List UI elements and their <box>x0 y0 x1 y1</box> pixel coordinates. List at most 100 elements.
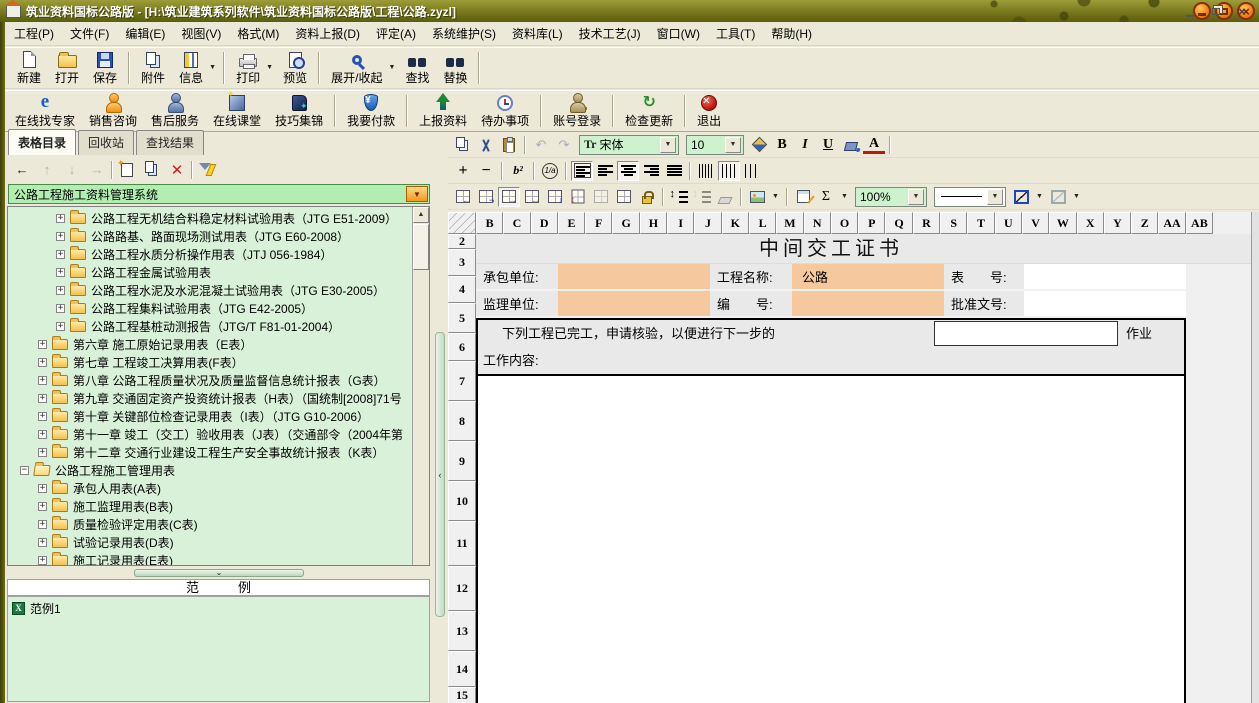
toolbar-button[interactable]: 上报资料 <box>412 92 474 130</box>
system-selector-dropdown-icon[interactable] <box>406 186 428 202</box>
tree-toolbar-button[interactable] <box>111 161 113 179</box>
insert-image-dropdown-icon[interactable] <box>769 188 782 206</box>
dropdown-arrow-icon[interactable] <box>266 58 273 72</box>
toolbar-button[interactable]: 打开 <box>48 49 86 87</box>
tree-item[interactable]: + 公路工程水泥及水泥混凝土试验用表（JTG E30-2005） <box>8 281 412 299</box>
row-header[interactable]: 10 <box>448 481 476 521</box>
row-header[interactable]: 8 <box>448 401 476 441</box>
cut-button[interactable] <box>475 135 497 155</box>
paste-button[interactable] <box>498 135 520 155</box>
vertical-text-dense-button[interactable] <box>695 161 717 181</box>
tree-item[interactable]: + 公路工程金属试验用表 <box>8 263 412 281</box>
tree-toolbar-button[interactable] <box>141 159 163 180</box>
column-header[interactable]: D <box>531 212 558 234</box>
diagonal-border-button[interactable] <box>1010 187 1032 207</box>
column-header[interactable]: X <box>1077 212 1104 234</box>
toolbar-button[interactable]: e 在线找专家 <box>8 92 82 130</box>
zoom-out-button[interactable]: − <box>475 161 497 181</box>
column-header[interactable]: W <box>1049 212 1076 234</box>
row-header[interactable]: 12 <box>448 566 476 611</box>
tree-item[interactable]: + 第六章 施工原始记录用表（E表） <box>8 335 412 353</box>
horizontal-splitter[interactable]: ⌄ <box>5 568 433 577</box>
format-eraser-button[interactable] <box>714 187 736 207</box>
approval-no-field[interactable] <box>1024 291 1186 318</box>
row-header[interactable]: 5 <box>448 303 476 333</box>
bold-button[interactable]: B <box>771 135 793 155</box>
insert-column-left-button[interactable] <box>452 187 474 207</box>
tree-toolbar-button[interactable] <box>116 159 138 180</box>
tree-item[interactable]: + 第七章 工程竣工决算用表(F表） <box>8 353 412 371</box>
dropdown-arrow-icon[interactable] <box>389 58 396 72</box>
font-color-button[interactable]: A <box>863 135 885 154</box>
menu-item[interactable]: 资料库(L) <box>504 22 571 45</box>
column-header[interactable]: AA <box>1158 212 1185 234</box>
column-header[interactable]: V <box>1022 212 1049 234</box>
column-header[interactable]: G <box>612 212 639 234</box>
menu-item[interactable]: 编辑(E) <box>117 22 173 45</box>
row-header[interactable]: 3 <box>448 249 476 276</box>
toolbar-button[interactable] <box>612 95 614 127</box>
scroll-up-icon[interactable]: ▲ <box>413 207 429 223</box>
supervisor-field[interactable] <box>558 291 710 318</box>
toolbar-button[interactable]: ✕ 退出 <box>690 92 728 130</box>
menu-item[interactable]: 工具(T) <box>708 22 763 45</box>
tree-item[interactable]: + 公路工程无机结合料稳定材料试验用表（JTG E51-2009） <box>8 209 412 227</box>
mdi-restore-button[interactable] <box>1207 4 1225 19</box>
tree-expander-icon[interactable]: + <box>56 232 65 241</box>
tree-item[interactable]: − 公路工程施工管理用表 <box>8 461 412 479</box>
row-header[interactable]: 6 <box>448 333 476 361</box>
tree-expander-icon[interactable]: + <box>56 304 65 313</box>
column-header[interactable]: L <box>749 212 776 234</box>
tree-item[interactable]: + 施工监理用表(B表) <box>8 497 412 515</box>
tree-item[interactable]: + 公路工程基桩动测报告（JTG/T F81-01-2004） <box>8 317 412 335</box>
fill-color-button[interactable] <box>840 135 862 155</box>
project-name-field[interactable]: 公路 <box>792 264 944 291</box>
form-title[interactable]: 中间交工证书 <box>476 234 1186 264</box>
splitter-collapse-handle[interactable]: ⌄ <box>134 569 304 577</box>
sheet-vertical-scrollbar[interactable] <box>1251 212 1259 703</box>
tree-expander-icon[interactable]: − <box>20 466 29 475</box>
menu-item[interactable]: 系统维护(S) <box>424 22 504 45</box>
menu-item[interactable]: 资料上报(D) <box>287 22 368 45</box>
toolbar-button[interactable]: 待办事项 <box>474 92 536 130</box>
menu-item[interactable]: 技术工艺(J) <box>571 22 649 45</box>
row-header[interactable]: 11 <box>448 521 476 566</box>
tree-item[interactable]: + 第九章 交通固定资产投资统计报表（H表）（国统制[2008]71号 <box>8 389 412 407</box>
tree-item[interactable]: + 公路工程水质分析操作用表（JTJ 056-1984） <box>8 245 412 263</box>
lock-cell-button[interactable] <box>636 187 658 207</box>
column-header[interactable]: H <box>640 212 667 234</box>
tree-item[interactable]: + 第八章 公路工程质量状况及质量监督信息统计报表（G表） <box>8 371 412 389</box>
chevron-down-icon[interactable] <box>987 189 1003 205</box>
diagonal-border-dropdown-icon[interactable] <box>1033 188 1046 206</box>
tree-scrollbar[interactable]: ▲ <box>412 207 429 565</box>
line-spacing-increase-button[interactable] <box>668 187 690 207</box>
align-justify-button[interactable] <box>663 161 685 181</box>
tree-item[interactable]: + 第十章 关键部位检查记录用表（I表）（JTG G10-2006） <box>8 407 412 425</box>
column-header[interactable]: O <box>831 212 858 234</box>
menu-item[interactable]: 文件(F) <box>62 22 117 45</box>
row-header[interactable]: 4 <box>448 276 476 303</box>
tree-expander-icon[interactable]: + <box>56 214 65 223</box>
align-left-button[interactable] <box>594 161 616 181</box>
column-header[interactable]: C <box>503 212 530 234</box>
tree-item[interactable]: + 试验记录用表(D表) <box>8 533 412 551</box>
chevron-down-icon[interactable] <box>908 189 924 205</box>
superscript-button[interactable]: b² <box>507 161 529 181</box>
tree-item[interactable]: + 公路路基、路面现场测试用表（JTG E60-2008） <box>8 227 412 245</box>
select-all-corner[interactable] <box>448 212 476 234</box>
toolbar-button[interactable]: 账号登录 <box>546 92 608 130</box>
chevron-down-icon[interactable] <box>725 137 741 153</box>
tree-item[interactable]: + 承包人用表(A表) <box>8 479 412 497</box>
tree-expander-icon[interactable]: + <box>38 358 47 367</box>
tree-expander-icon[interactable]: + <box>38 502 47 511</box>
column-header[interactable]: Z <box>1131 212 1158 234</box>
column-header[interactable]: I <box>667 212 694 234</box>
toolbar-button[interactable] <box>406 95 408 127</box>
tree-toolbar-button[interactable]: ↑ <box>36 159 58 180</box>
dropdown-arrow-icon[interactable] <box>209 58 216 72</box>
work-content-area[interactable] <box>476 376 1186 703</box>
panel-tab[interactable]: 查找结果 <box>136 130 204 155</box>
mdi-close-button[interactable]: × <box>1233 4 1251 19</box>
toolbar-button[interactable]: 替换 <box>436 49 474 87</box>
tree-toolbar-button[interactable] <box>196 159 218 180</box>
